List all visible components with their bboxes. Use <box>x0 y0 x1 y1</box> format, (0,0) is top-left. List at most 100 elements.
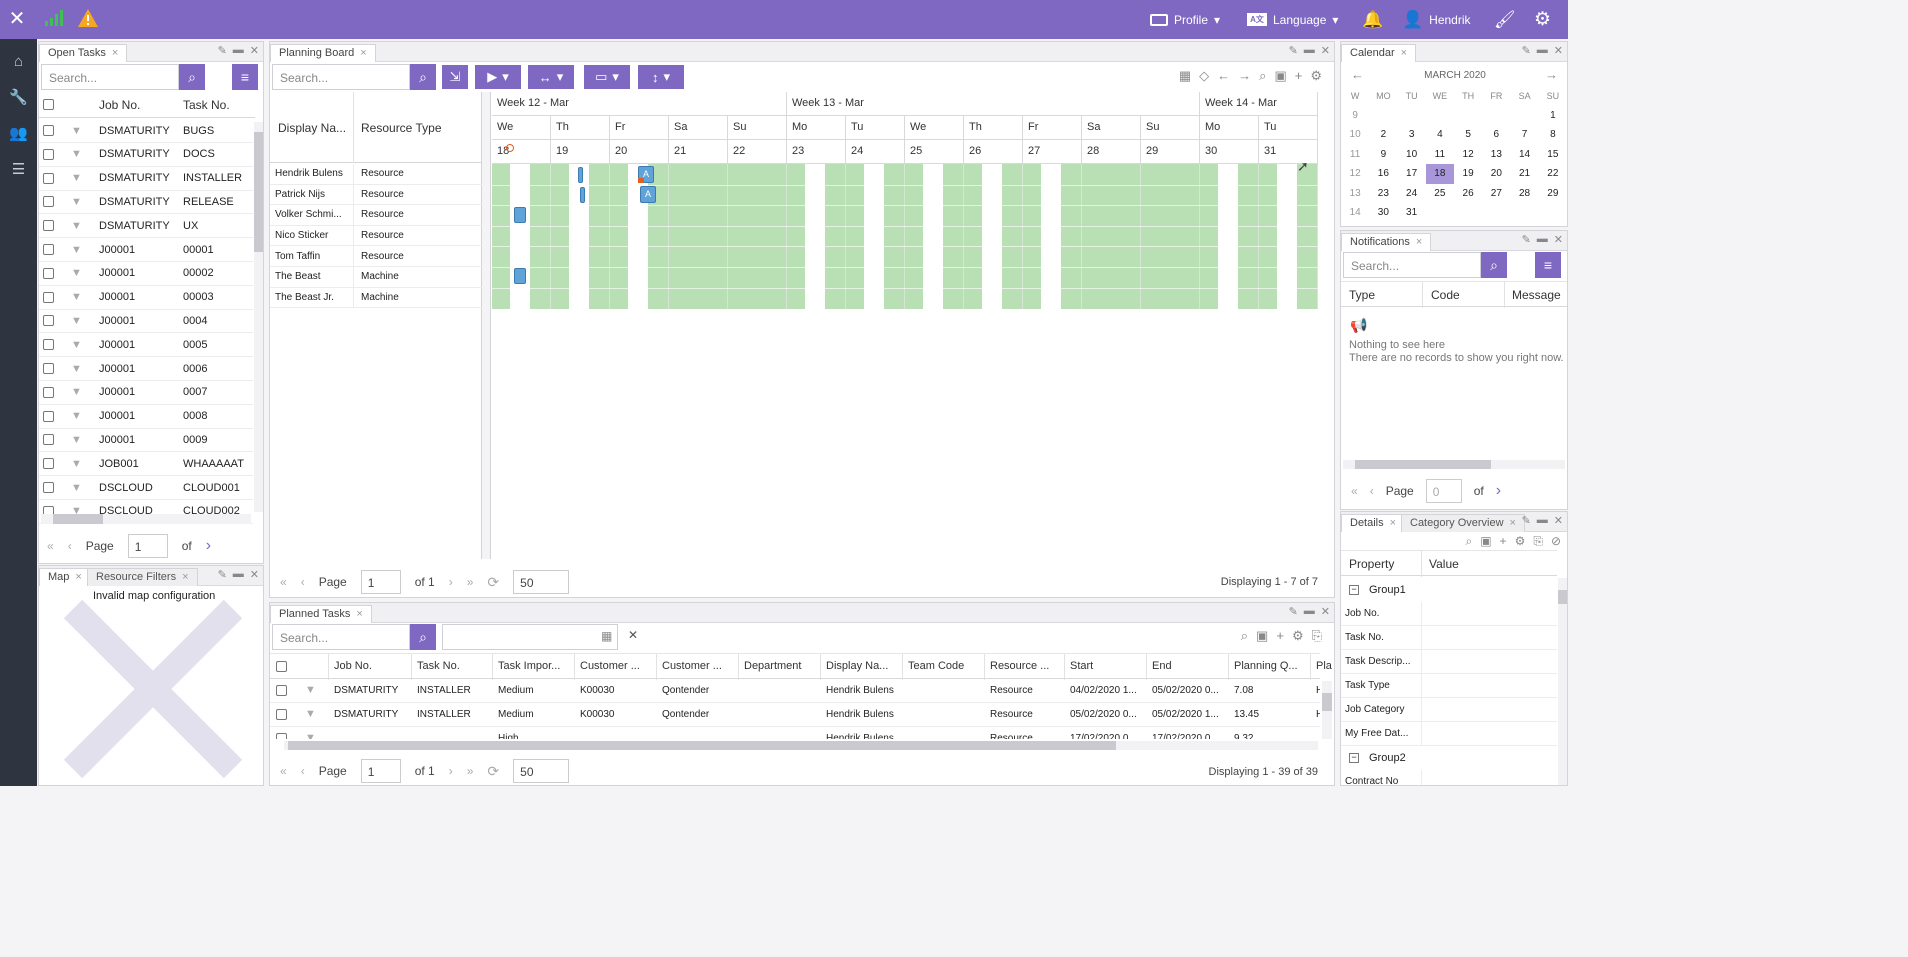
filter-icon[interactable]: ▼ <box>305 732 316 739</box>
filter-icon[interactable]: ▼ <box>71 125 82 137</box>
planned-search-input[interactable]: Search... <box>272 624 410 650</box>
tab-category-overview[interactable]: Category Overview × <box>1401 514 1525 532</box>
close-icon[interactable]: × <box>112 47 118 59</box>
next-page-icon[interactable]: › <box>1496 482 1501 500</box>
vertical-resize-button[interactable]: ↕ ▾ <box>638 65 684 89</box>
h-scrollbar[interactable] <box>1343 460 1565 469</box>
task-chip[interactable] <box>514 207 526 223</box>
column-header[interactable]: End <box>1152 660 1230 672</box>
column-header[interactable]: Display Na... <box>826 660 904 672</box>
calendar-day[interactable]: 13 <box>1482 145 1510 165</box>
collapse-icon[interactable]: − <box>1349 585 1359 595</box>
table-row[interactable]: ▼ J00001 00003 <box>39 286 253 310</box>
search-icon[interactable]: ⌕ <box>1481 252 1507 278</box>
table-row[interactable]: ▼ J00001 0005 <box>39 333 253 358</box>
calendar-day[interactable] <box>1426 106 1454 126</box>
filter-icon[interactable]: ▼ <box>71 172 82 184</box>
arrow-right-icon[interactable]: → <box>1238 68 1251 84</box>
filter-icon[interactable]: ▼ <box>71 148 82 160</box>
h-scrollbar[interactable] <box>284 741 1318 750</box>
resource-row[interactable]: The Beast Jr. Machine <box>270 287 482 309</box>
filter-icon[interactable]: ▼ <box>71 458 82 470</box>
calendar-day[interactable]: 19 <box>1454 164 1482 184</box>
col-task-no[interactable]: Task No. <box>183 98 230 112</box>
plus-icon[interactable]: + <box>1500 534 1507 549</box>
minimize-icon[interactable]: ▬ <box>233 44 244 57</box>
next-month-icon[interactable]: → <box>1545 67 1558 82</box>
first-page-icon[interactable]: « <box>47 539 54 553</box>
property-row[interactable]: My Free Dat... <box>1341 722 1557 746</box>
calendar-day[interactable] <box>1510 203 1538 223</box>
calendar-day[interactable] <box>1482 106 1510 126</box>
eye-slash-icon[interactable]: ⊘ <box>1551 534 1561 549</box>
tab-notifications[interactable]: Notifications × <box>1341 233 1432 251</box>
prev-page-icon[interactable]: ‹ <box>301 764 305 778</box>
column-header[interactable]: Resource ... <box>990 660 1068 672</box>
table-row[interactable]: ▼ DSMATURITY DOCS <box>39 143 253 167</box>
column-header[interactable]: Pla <box>1316 660 1334 672</box>
edit-icon[interactable]: ✎ <box>1522 514 1531 527</box>
resource-row[interactable]: Hendrik Bulens Resource <box>270 164 482 185</box>
row-checkbox[interactable] <box>43 196 54 208</box>
edit-icon[interactable]: ✎ <box>1522 233 1531 246</box>
sliders-icon[interactable]: ☰ <box>0 151 37 187</box>
close-icon[interactable]: × <box>1510 517 1516 529</box>
property-row[interactable]: Task Descrip... <box>1341 650 1557 674</box>
resource-row[interactable]: Nico Sticker Resource <box>270 225 482 247</box>
col-code[interactable]: Code <box>1431 288 1460 302</box>
row-checkbox[interactable] <box>43 244 54 255</box>
search-icon[interactable]: ⌕ <box>410 64 436 90</box>
month-title[interactable]: MARCH 2020 <box>1341 70 1567 81</box>
calendar-day[interactable]: 24 <box>1397 184 1425 204</box>
refresh-icon[interactable]: ⟳ <box>487 574 499 591</box>
filter-icon[interactable]: ▼ <box>71 267 82 279</box>
search-icon[interactable]: ⌕ <box>410 624 436 650</box>
row-checkbox[interactable] <box>276 709 287 720</box>
resource-row[interactable]: Tom Taffin Resource <box>270 246 482 267</box>
tab-resource-filters[interactable]: Resource Filters × <box>87 568 198 586</box>
search-input[interactable]: Search... <box>41 64 179 90</box>
table-row[interactable]: ▼ J00001 0008 <box>39 405 253 429</box>
next-page-icon[interactable]: › <box>449 764 453 778</box>
calendar-day[interactable]: 21 <box>1510 164 1538 184</box>
row-checkbox[interactable] <box>43 148 54 160</box>
tab-open-tasks[interactable]: Open Tasks × <box>39 44 128 62</box>
tab-details[interactable]: Details × <box>1341 514 1406 532</box>
column-header[interactable]: Customer ... <box>580 660 658 672</box>
h-scrollbar[interactable] <box>41 514 251 524</box>
close-icon[interactable]: ✕ <box>1321 44 1330 57</box>
filter-icon[interactable]: ▼ <box>71 434 82 446</box>
next-page-icon[interactable]: › <box>449 575 453 589</box>
column-header[interactable]: Task Impor... <box>498 660 576 672</box>
calendar-day[interactable] <box>1539 203 1567 223</box>
prev-page-icon[interactable]: ‹ <box>68 539 72 553</box>
calendar-day[interactable] <box>1369 106 1397 126</box>
save-icon[interactable]: ▣ <box>1256 628 1268 644</box>
close-icon[interactable]: ✕ <box>1554 44 1563 57</box>
table-row[interactable]: ▼ DSMATURITY INSTALLER Medium K00030 Qontende… <box>270 703 1320 727</box>
col-property[interactable]: Property <box>1349 557 1394 571</box>
property-row[interactable]: Task No. <box>1341 626 1557 650</box>
tab-map[interactable]: Map × <box>39 568 91 586</box>
calendar-day[interactable]: 7 <box>1510 125 1538 145</box>
language-menu[interactable]: A文 Language ▾ <box>1247 0 1338 39</box>
filter-icon[interactable]: ▼ <box>71 220 82 232</box>
row-checkbox[interactable] <box>43 458 54 470</box>
export-icon[interactable]: ⎘ <box>1533 534 1543 549</box>
edit-icon[interactable]: ✎ <box>1289 44 1298 57</box>
save-icon[interactable]: ▣ <box>1480 534 1491 549</box>
calendar-day[interactable]: 2 <box>1369 125 1397 145</box>
filter-icon[interactable]: ▼ <box>71 315 82 327</box>
assignment-block[interactable]: A <box>640 186 656 203</box>
minimize-icon[interactable]: ▬ <box>1537 233 1548 246</box>
resource-row[interactable]: Volker Schmi... Resource <box>270 205 482 226</box>
table-row[interactable]: ▼ J00001 0004 <box>39 309 253 334</box>
close-icon[interactable]: × <box>1416 236 1422 248</box>
edit-icon[interactable]: ✎ <box>218 44 227 57</box>
calendar-day[interactable]: 27 <box>1482 184 1510 204</box>
gear-icon[interactable]: ⚙ <box>1292 628 1304 644</box>
edit-icon[interactable]: ✎ <box>218 568 227 581</box>
calendar-day[interactable]: 9 <box>1369 145 1397 165</box>
menu-icon[interactable]: ≡ <box>1535 252 1561 278</box>
row-checkbox[interactable] <box>43 125 54 136</box>
